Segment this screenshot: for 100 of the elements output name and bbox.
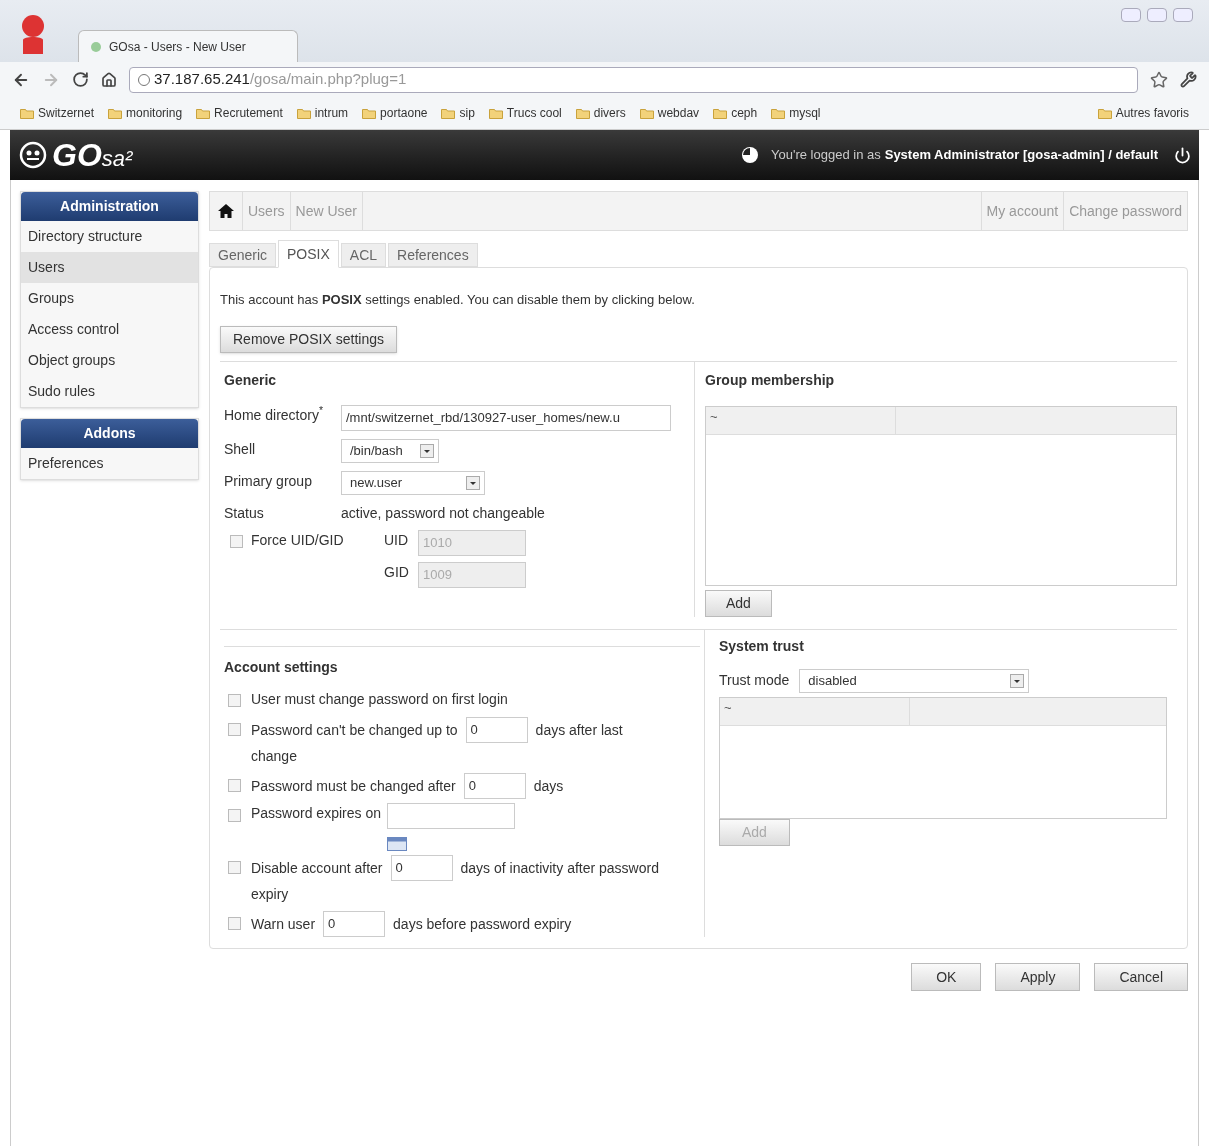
bookmark[interactable]: mysql [771, 104, 821, 122]
address-field[interactable]: 37.187.65.241/gosa/main.php?plug=1 [129, 66, 1138, 93]
folder-icon [575, 107, 590, 119]
folder-icon [108, 107, 123, 119]
tab-title: GOsa - Users - New User [109, 38, 246, 56]
trust-mode-select[interactable]: disabled [799, 668, 1030, 693]
field-label: Home directory$^{*}$ [224, 404, 324, 425]
field-label: UID [384, 530, 410, 550]
menu-item[interactable]: Users [21, 252, 198, 283]
section-title: Group membership [705, 370, 836, 390]
input-field[interactable]: /mnt/switzernet_rbd/130927-user_homes/new.u [341, 404, 671, 431]
tab[interactable]: POSIX [278, 240, 339, 268]
folder-icon [639, 107, 654, 119]
option-label: User must change password on first login [251, 689, 508, 709]
option-label: days before password expiry [393, 914, 572, 934]
star-icon[interactable] [1150, 70, 1168, 89]
field-label: Status [224, 503, 265, 523]
input-field[interactable]: 0 [463, 772, 526, 799]
logo-text: sa² [101, 145, 133, 173]
tab[interactable]: ACL [340, 243, 387, 267]
bookmark[interactable]: intrum [296, 104, 349, 122]
bookmark[interactable]: Switzernet [20, 104, 95, 122]
menu-item[interactable]: Groups [21, 283, 198, 314]
tab[interactable]: References [388, 243, 478, 267]
url-path: /gosa/main.php?plug=1 [249, 69, 407, 90]
checkbox[interactable] [228, 693, 241, 707]
clock-icon [741, 146, 759, 164]
bookmark[interactable]: sip [441, 104, 475, 122]
section-title: Generic [224, 370, 278, 390]
bookmark[interactable]: Recrutement [196, 104, 283, 122]
menu-title: Addons [21, 419, 198, 448]
wrench-icon[interactable] [1180, 71, 1197, 88]
menu-item[interactable]: Preferences [21, 448, 198, 479]
bookmark[interactable]: portaone [362, 104, 428, 122]
menu-item[interactable]: Sudo rules [21, 376, 198, 407]
home-icon[interactable] [101, 71, 117, 88]
checkbox[interactable] [228, 916, 241, 930]
option-label: change [251, 746, 297, 766]
button[interactable]: OK [911, 963, 982, 991]
folder-icon [713, 107, 728, 119]
input-field[interactable]: 0 [323, 910, 386, 937]
button[interactable]: Add [705, 589, 772, 617]
close-icon[interactable] [1173, 8, 1193, 22]
checkbox[interactable] [228, 808, 241, 822]
bookmark[interactable]: divers [575, 104, 626, 122]
option-label: expiry [251, 884, 289, 904]
folder-icon [362, 107, 377, 119]
menu-title: Administration [21, 192, 198, 221]
section-title: Account settings [224, 657, 339, 677]
field-label: GID [384, 562, 410, 582]
logo-text: GO [52, 136, 102, 175]
input-field[interactable] [386, 802, 515, 829]
folder-icon [488, 107, 503, 119]
option-label: Warn user [251, 914, 316, 934]
option-label: Password must be changed after [251, 776, 456, 796]
bookmark[interactable]: Trucs cool [488, 104, 562, 122]
menu-item[interactable]: Directory structure [21, 221, 198, 252]
logout-icon[interactable] [1174, 146, 1191, 164]
field-label: Shell [224, 439, 257, 459]
menu-item[interactable]: Object groups [21, 345, 198, 376]
checkbox-label: Force UID/GID [251, 530, 344, 550]
input-field[interactable]: 0 [390, 854, 453, 881]
bookmark[interactable]: Autres favoris [1097, 104, 1189, 122]
checkbox[interactable] [230, 534, 243, 548]
calendar-icon[interactable] [386, 836, 407, 851]
maximize-icon[interactable] [1147, 8, 1167, 22]
bookmark[interactable]: ceph [713, 104, 758, 122]
minimize-icon[interactable] [1121, 8, 1141, 22]
url-host: 37.187.65.241 [154, 69, 250, 90]
browser-tab[interactable]: GOsa - Users - New User [78, 30, 298, 62]
checkbox[interactable] [228, 860, 241, 874]
tab[interactable]: Generic [209, 243, 277, 267]
bookmark[interactable]: monitoring [108, 104, 183, 122]
section-title: System trust [719, 636, 805, 656]
folder-icon [20, 107, 34, 119]
option-label: days after last [535, 720, 623, 740]
checkbox[interactable] [228, 778, 241, 792]
logo-icon [18, 140, 48, 170]
button[interactable]: Cancel [1094, 963, 1188, 991]
reload-icon[interactable] [72, 71, 89, 88]
folder-icon [296, 107, 311, 119]
button[interactable]: Apply [995, 963, 1081, 991]
field-label: Primary group [224, 471, 313, 491]
button[interactable]: Remove POSIX settings [220, 325, 397, 353]
option-label: Password expires on [251, 803, 381, 823]
folder-icon [441, 107, 456, 119]
checkbox[interactable] [228, 722, 241, 736]
folder-icon [771, 107, 786, 119]
option-label: Password can't be changed up to [251, 720, 458, 740]
option-label: Disable account after [251, 858, 383, 878]
folder-icon [196, 107, 211, 119]
menu-item[interactable]: Access control [21, 314, 198, 345]
bookmark[interactable]: webdav [639, 104, 700, 122]
notice-text: This account has POSIX settings enabled. You can disable them by clicking below. [220, 291, 696, 309]
favicon-icon [91, 41, 101, 52]
login-user: System Administrator [gosa-admin] / default [884, 146, 1158, 165]
group-select[interactable]: new.user [341, 470, 485, 495]
shell-select[interactable]: /bin/bash [341, 438, 439, 463]
folder-icon [1097, 107, 1112, 119]
input-field[interactable]: 0 [465, 716, 528, 743]
